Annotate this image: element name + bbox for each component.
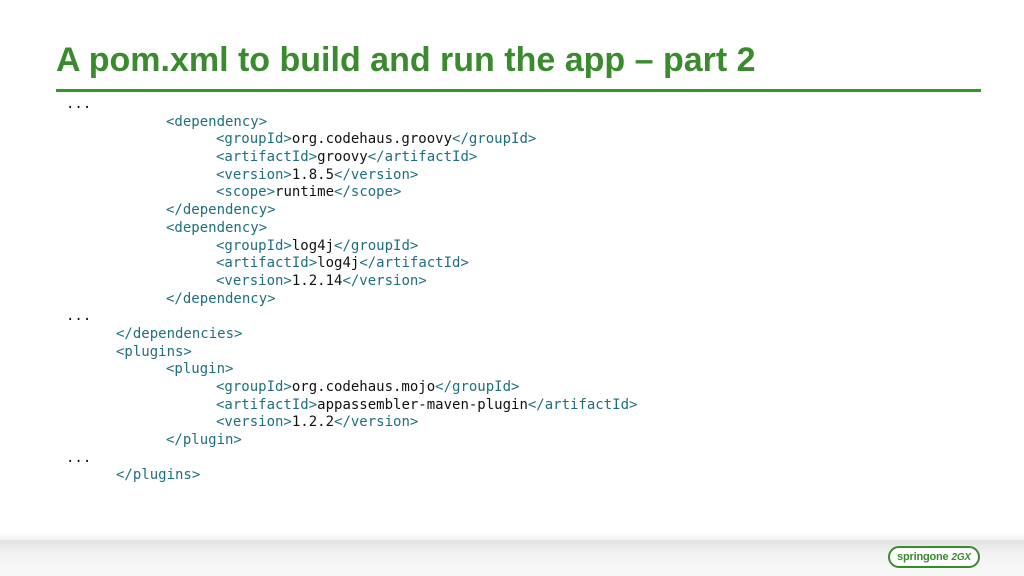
xml-tag: </artifactId> [527, 396, 638, 413]
xml-tag: </groupId> [452, 131, 537, 148]
code-line: <groupId>log4j</groupId> [66, 238, 637, 256]
xml-value: org.codehaus.mojo [291, 379, 436, 395]
ellipsis: ... [66, 96, 92, 112]
slide-title: A pom.xml to build and run the app – par… [56, 41, 756, 79]
code-line: <plugin> [66, 361, 637, 379]
xml-tag: <scope> [216, 184, 276, 201]
logo-suffix: 2GX [951, 551, 971, 563]
code-line: <dependency> [66, 220, 637, 238]
code-line: <groupId>org.codehaus.mojo</groupId> [66, 379, 637, 397]
xml-tag: <groupId> [216, 131, 292, 148]
xml-value: appassembler-maven-plugin [317, 396, 528, 413]
xml-tag: </dependency> [166, 290, 276, 307]
xml-tag: <artifactId> [216, 396, 318, 413]
code-line: ... [66, 96, 637, 114]
xml-tag: <plugin> [166, 361, 234, 378]
xml-tag: </plugins> [116, 467, 201, 484]
code-line: ... [66, 450, 637, 468]
xml-tag: </dependencies> [116, 325, 243, 342]
code-line: ... [66, 308, 637, 326]
xml-tag: <groupId> [216, 379, 292, 395]
xml-value: log4j [291, 237, 335, 254]
xml-tag: </dependency> [166, 202, 276, 219]
xml-tag: </version> [334, 166, 419, 183]
xml-tag: </artifactId> [359, 255, 469, 272]
title-underline [56, 89, 981, 92]
logo-text: springone [897, 551, 949, 563]
xml-value: runtime [275, 184, 335, 201]
xml-tag: </scope> [334, 184, 402, 201]
code-line: </dependencies> [66, 326, 637, 344]
code-block: ... <dependency> <groupId>org.codehaus.gro… [66, 96, 637, 485]
code-line: </plugins> [66, 467, 637, 485]
xml-tag: <groupId> [216, 237, 292, 254]
xml-tag: </version> [342, 272, 427, 289]
code-line: <scope>runtime</scope> [66, 184, 637, 202]
xml-tag: <artifactId> [216, 149, 318, 166]
code-line: <artifactId>appassembler-maven-plugin</a… [66, 397, 637, 415]
xml-tag: <dependency> [166, 219, 268, 236]
xml-tag: </groupId> [435, 379, 520, 395]
xml-tag: <dependency> [166, 113, 268, 130]
ellipsis: ... [66, 308, 92, 325]
code-line: <version>1.8.5</version> [66, 167, 637, 185]
xml-tag: </plugin> [166, 432, 242, 449]
xml-value: 1.8.5 [291, 166, 335, 183]
code-line: <plugins> [66, 344, 637, 362]
code-line: <dependency> [66, 114, 637, 132]
xml-value: groovy [317, 149, 368, 166]
xml-tag: <plugins> [116, 343, 192, 360]
code-line: <artifactId>log4j</artifactId> [66, 255, 637, 273]
xml-tag: </artifactId> [367, 149, 478, 166]
springone-logo: springone 2GX [888, 546, 980, 568]
xml-tag: <version> [216, 166, 292, 183]
footer-band [0, 540, 1024, 576]
xml-tag: </groupId> [334, 237, 419, 254]
code-line: </dependency> [66, 202, 637, 220]
xml-tag: </version> [334, 414, 419, 431]
ellipsis: ... [66, 449, 92, 466]
code-line: <artifactId>groovy</artifactId> [66, 149, 637, 167]
xml-value: log4j [317, 255, 360, 272]
xml-value: 1.2.2 [291, 414, 335, 431]
code-line: </plugin> [66, 432, 637, 450]
code-line: </dependency> [66, 291, 637, 309]
code-line: <version>1.2.2</version> [66, 414, 637, 432]
xml-tag: <artifactId> [216, 255, 318, 272]
code-line: <groupId>org.codehaus.groovy</groupId> [66, 131, 637, 149]
xml-value: 1.2.14 [291, 272, 343, 289]
xml-tag: <version> [216, 272, 292, 289]
code-line: <version>1.2.14</version> [66, 273, 637, 291]
xml-tag: <version> [216, 414, 292, 431]
xml-value: org.codehaus.groovy [291, 131, 453, 148]
